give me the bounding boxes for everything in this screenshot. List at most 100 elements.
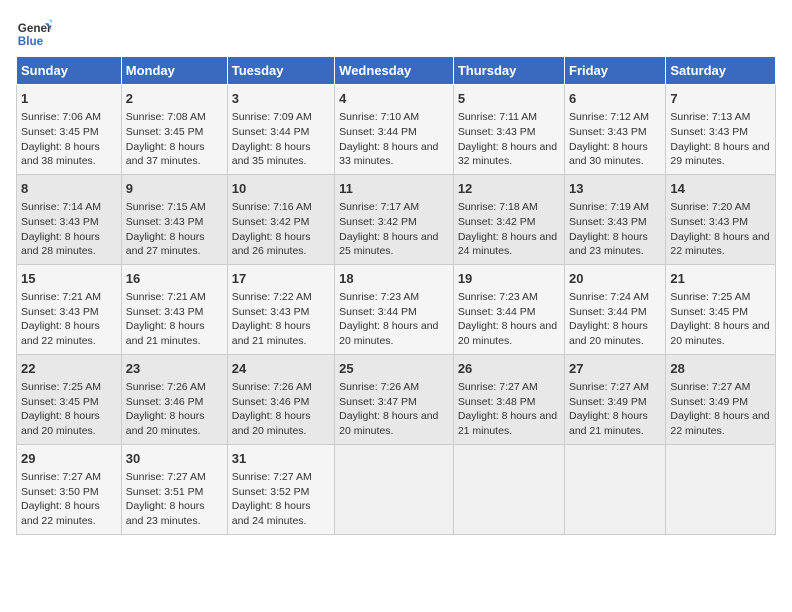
calendar-cell	[335, 444, 454, 534]
daylight-text: Daylight: 8 hours and 21 minutes.	[232, 320, 311, 347]
day-number: 6	[569, 90, 661, 108]
day-number: 14	[670, 180, 771, 198]
daylight-text: Daylight: 8 hours and 38 minutes.	[21, 141, 100, 168]
calendar-cell: 20Sunrise: 7:24 AMSunset: 3:44 PMDayligh…	[565, 264, 666, 354]
daylight-text: Daylight: 8 hours and 21 minutes.	[569, 410, 648, 437]
sunset-text: Sunset: 3:45 PM	[21, 396, 99, 408]
sunrise-text: Sunrise: 7:26 AM	[232, 381, 312, 393]
calendar-cell: 5 Sunrise: 7:11 AM Sunset: 3:43 PM Daylight…	[453, 85, 564, 175]
calendar-cell: 2Sunrise: 7:08 AMSunset: 3:45 PMDaylight…	[121, 85, 227, 175]
sunset-text: Sunset: 3:42 PM	[458, 216, 536, 228]
daylight-text: Daylight: 8 hours and 20 minutes.	[232, 410, 311, 437]
sunset-text: Sunset: 3:46 PM	[232, 396, 310, 408]
sunrise-text: Sunrise: 7:16 AM	[232, 201, 312, 213]
calendar-cell: 14Sunrise: 7:20 AMSunset: 3:43 PMDayligh…	[666, 174, 776, 264]
calendar-cell: 29Sunrise: 7:27 AMSunset: 3:50 PMDayligh…	[17, 444, 122, 534]
header-sunday: Sunday	[17, 57, 122, 85]
sunrise-text: Sunrise: 7:27 AM	[232, 471, 312, 483]
daylight-text: Daylight: 8 hours and 33 minutes.	[339, 141, 438, 168]
sunset-text: Sunset: 3:44 PM	[569, 306, 647, 318]
calendar-table: SundayMondayTuesdayWednesdayThursdayFrid…	[16, 56, 776, 535]
sunrise-text: Sunrise: 7:22 AM	[232, 291, 312, 303]
calendar-cell	[565, 444, 666, 534]
header-thursday: Thursday	[453, 57, 564, 85]
calendar-cell: 11Sunrise: 7:17 AMSunset: 3:42 PMDayligh…	[335, 174, 454, 264]
day-number: 11	[339, 180, 449, 198]
day-number: 2	[126, 90, 223, 108]
week-row-4: 22Sunrise: 7:25 AMSunset: 3:45 PMDayligh…	[17, 354, 776, 444]
calendar-cell: 7Sunrise: 7:13 AMSunset: 3:43 PMDaylight…	[666, 85, 776, 175]
sunrise-text: Sunrise: 7:21 AM	[21, 291, 101, 303]
day-number: 25	[339, 360, 449, 378]
sunrise-text: Sunrise: 7:20 AM	[670, 201, 750, 213]
sunset-text: Sunset: 3:43 PM	[126, 306, 204, 318]
day-number: 28	[670, 360, 771, 378]
sunrise-text: Sunrise: 7:12 AM	[569, 111, 649, 123]
daylight-text: Daylight: 8 hours and 30 minutes.	[569, 141, 648, 168]
sunset-text: Sunset: 3:45 PM	[126, 126, 204, 138]
calendar-cell: 9Sunrise: 7:15 AMSunset: 3:43 PMDaylight…	[121, 174, 227, 264]
header-monday: Monday	[121, 57, 227, 85]
sunrise-text: Sunrise: 7:27 AM	[21, 471, 101, 483]
calendar-cell	[666, 444, 776, 534]
sunset-text: Sunset: 3:49 PM	[569, 396, 647, 408]
day-number: 26	[458, 360, 560, 378]
day-number: 24	[232, 360, 330, 378]
daylight-text: Daylight: 8 hours and 35 minutes.	[232, 141, 311, 168]
daylight-text: Daylight: 8 hours and 25 minutes.	[339, 231, 438, 258]
sunset-text: Sunset: 3:43 PM	[21, 306, 99, 318]
sunset-text: Sunset: 3:43 PM	[458, 126, 536, 138]
calendar-cell: 16Sunrise: 7:21 AMSunset: 3:43 PMDayligh…	[121, 264, 227, 354]
daylight-text: Daylight: 8 hours and 22 minutes.	[670, 231, 769, 258]
sunset-text: Sunset: 3:43 PM	[569, 126, 647, 138]
daylight-text: Daylight: 8 hours and 20 minutes.	[339, 320, 438, 347]
calendar-cell: 24 Sunrise: 7:26 AM Sunset: 3:46 PM Dayligh…	[227, 354, 334, 444]
daylight-text: Daylight: 8 hours and 22 minutes.	[670, 410, 769, 437]
sunrise-text: Sunrise: 7:26 AM	[126, 381, 206, 393]
day-number: 13	[569, 180, 661, 198]
calendar-cell: 6 Sunrise: 7:12 AM Sunset: 3:43 PM Daylight…	[565, 85, 666, 175]
calendar-cell: 15Sunrise: 7:21 AMSunset: 3:43 PMDayligh…	[17, 264, 122, 354]
page-header: General Blue	[16, 16, 776, 52]
sunrise-text: Sunrise: 7:27 AM	[670, 381, 750, 393]
calendar-cell: 8Sunrise: 7:14 AMSunset: 3:43 PMDaylight…	[17, 174, 122, 264]
header-row: SundayMondayTuesdayWednesdayThursdayFrid…	[17, 57, 776, 85]
header-saturday: Saturday	[666, 57, 776, 85]
calendar-cell: 17Sunrise: 7:22 AMSunset: 3:43 PMDayligh…	[227, 264, 334, 354]
calendar-cell: 13 Sunrise: 7:19 AM Sunset: 3:43 PM Dayligh…	[565, 174, 666, 264]
calendar-cell: 12Sunrise: 7:18 AMSunset: 3:42 PMDayligh…	[453, 174, 564, 264]
sunrise-text: Sunrise: 7:11 AM	[458, 111, 537, 123]
day-number: 23	[126, 360, 223, 378]
sunrise-text: Sunrise: 7:13 AM	[670, 111, 750, 123]
sunset-text: Sunset: 3:43 PM	[670, 126, 748, 138]
day-number: 4	[339, 90, 449, 108]
sunset-text: Sunset: 3:42 PM	[339, 216, 417, 228]
sunset-text: Sunset: 3:45 PM	[670, 306, 748, 318]
sunrise-text: Sunrise: 7:27 AM	[126, 471, 206, 483]
sunrise-text: Sunrise: 7:24 AM	[569, 291, 649, 303]
sunrise-text: Sunrise: 7:19 AM	[569, 201, 649, 213]
calendar-cell	[453, 444, 564, 534]
day-number: 5	[458, 90, 560, 108]
day-number: 10	[232, 180, 330, 198]
logo-icon: General Blue	[16, 16, 52, 52]
sunset-text: Sunset: 3:49 PM	[670, 396, 748, 408]
week-row-2: 8Sunrise: 7:14 AMSunset: 3:43 PMDaylight…	[17, 174, 776, 264]
logo: General Blue	[16, 16, 52, 52]
sunrise-text: Sunrise: 7:23 AM	[339, 291, 419, 303]
calendar-cell: 27Sunrise: 7:27 AMSunset: 3:49 PMDayligh…	[565, 354, 666, 444]
sunset-text: Sunset: 3:43 PM	[569, 216, 647, 228]
daylight-text: Daylight: 8 hours and 32 minutes.	[458, 141, 557, 168]
calendar-cell: 23Sunrise: 7:26 AMSunset: 3:46 PMDayligh…	[121, 354, 227, 444]
day-number: 8	[21, 180, 117, 198]
day-number: 20	[569, 270, 661, 288]
daylight-text: Daylight: 8 hours and 24 minutes.	[232, 500, 311, 527]
sunrise-text: Sunrise: 7:25 AM	[670, 291, 750, 303]
sunset-text: Sunset: 3:44 PM	[232, 126, 310, 138]
sunset-text: Sunset: 3:42 PM	[232, 216, 310, 228]
sunrise-text: Sunrise: 7:25 AM	[21, 381, 101, 393]
header-wednesday: Wednesday	[335, 57, 454, 85]
daylight-text: Daylight: 8 hours and 21 minutes.	[126, 320, 205, 347]
daylight-text: Daylight: 8 hours and 23 minutes.	[569, 231, 648, 258]
daylight-text: Daylight: 8 hours and 37 minutes.	[126, 141, 205, 168]
